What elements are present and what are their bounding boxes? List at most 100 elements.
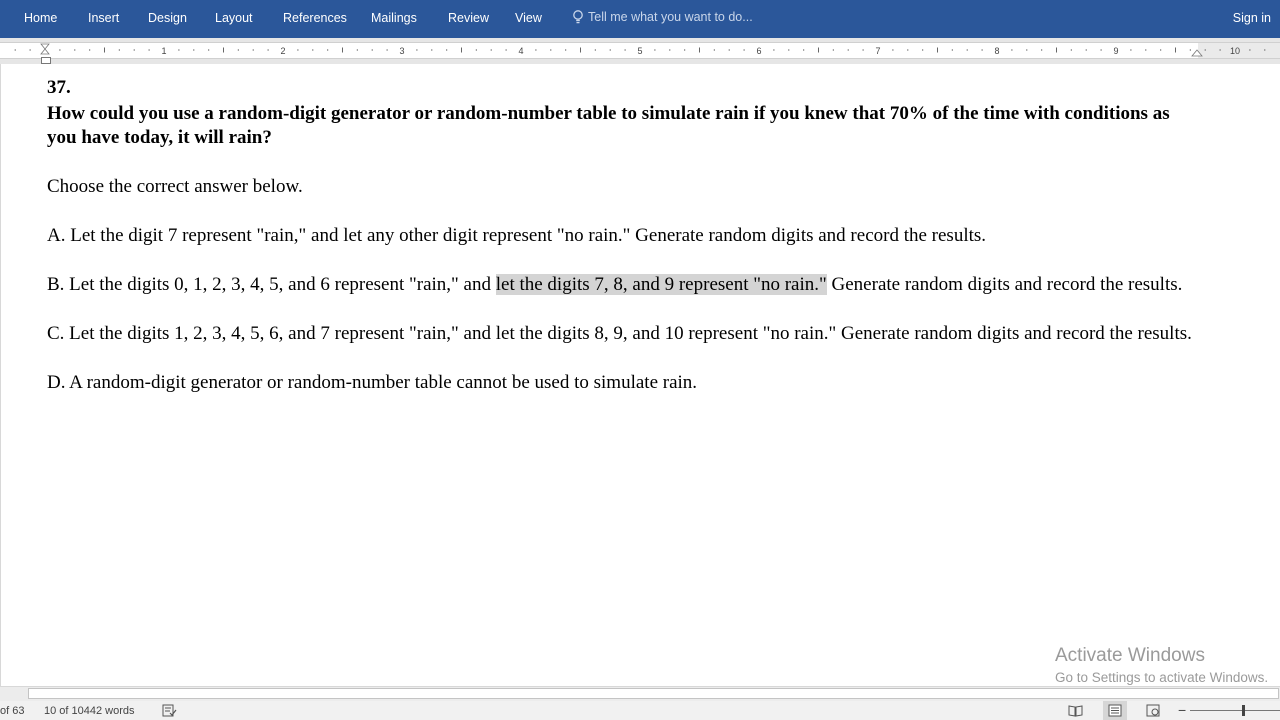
ruler-tick xyxy=(1175,47,1176,53)
ruler-tick xyxy=(1056,47,1057,53)
zoom-slider[interactable] xyxy=(1190,710,1280,711)
ruler-tick xyxy=(654,49,656,51)
ruler-tick xyxy=(461,47,462,53)
ruler-number: 5 xyxy=(637,46,642,56)
ruler-tick xyxy=(773,49,775,51)
ruler-tick xyxy=(1130,49,1132,51)
document-body: 37. How could you use a random-digit gen… xyxy=(47,76,1197,396)
ruler-tick xyxy=(609,49,611,51)
tab-view[interactable]: View xyxy=(515,11,542,25)
document-page[interactable]: 37. How could you use a random-digit gen… xyxy=(0,64,1280,686)
ruler-tick xyxy=(178,49,180,51)
option-a: A. Let the digit 7 represent "rain," and… xyxy=(47,225,987,246)
ruler-tick xyxy=(148,49,150,51)
option-c: C. Let the digits 1, 2, 3, 4, 5, 6, and … xyxy=(47,323,1192,344)
ruler-number: 1 xyxy=(161,46,166,56)
ruler-number: 8 xyxy=(994,46,999,56)
ruler-tick xyxy=(907,49,909,51)
ruler-tick xyxy=(1264,49,1266,51)
zoom-out-button[interactable]: − xyxy=(1178,702,1186,718)
ruler-tick xyxy=(14,49,16,51)
ruler-tick xyxy=(386,49,388,51)
ruler-tick xyxy=(29,49,31,51)
web-layout-icon[interactable] xyxy=(1146,704,1161,717)
ruler-tick xyxy=(104,47,105,53)
horizontal-scrollbar-thumb[interactable] xyxy=(28,688,1279,699)
ruler-tick xyxy=(951,49,953,51)
ruler-tick xyxy=(416,49,418,51)
lightbulb-icon xyxy=(573,10,583,24)
ruler-tick xyxy=(371,49,373,51)
ruler-tick xyxy=(535,49,537,51)
ruler-tick xyxy=(1100,49,1102,51)
proofing-icon[interactable] xyxy=(162,704,177,717)
left-indent-box[interactable] xyxy=(41,57,51,64)
ruler-tick xyxy=(327,49,329,51)
ruler-tick xyxy=(252,49,254,51)
ruler-tick xyxy=(1085,49,1087,51)
ruler-tick xyxy=(1011,49,1013,51)
word-count[interactable]: 10 of 10442 words xyxy=(44,705,135,717)
ruler-tick xyxy=(699,47,700,53)
horizontal-ruler[interactable]: 1 2 3 4 5 6 7 8 9 10 xyxy=(0,38,1280,64)
ruler-number: 2 xyxy=(280,46,285,56)
activate-windows-subtitle: Go to Settings to activate Windows. xyxy=(1055,670,1269,685)
ruler-tick xyxy=(818,47,819,53)
ruler-tick xyxy=(356,49,358,51)
ruler-ticks: 1 2 3 4 5 6 7 8 9 10 xyxy=(14,43,1280,58)
horizontal-scrollbar[interactable] xyxy=(0,686,1280,701)
ruler-tick xyxy=(74,49,76,51)
page-count[interactable]: of 63 xyxy=(0,705,24,717)
ruler-tick xyxy=(1041,49,1043,51)
ribbon-tab-bar: Home Insert Design Layout References Mai… xyxy=(0,0,1280,38)
left-indent-marker[interactable] xyxy=(40,43,50,55)
option-b-end: Generate random digits and record the re… xyxy=(826,274,1183,295)
ruler-tick xyxy=(89,49,91,51)
ruler-tick xyxy=(565,49,567,51)
ruler-tick xyxy=(743,49,745,51)
ruler-tick xyxy=(1160,49,1162,51)
ruler-tick xyxy=(1249,49,1251,51)
ruler-tick xyxy=(684,49,686,51)
tab-design[interactable]: Design xyxy=(148,11,187,25)
tell-me-search[interactable]: Tell me what you want to do... xyxy=(572,10,753,24)
ruler-number: 6 xyxy=(756,46,761,56)
instruction-text: Choose the correct answer below. xyxy=(47,176,303,197)
ruler-number: 4 xyxy=(518,46,523,56)
ruler-tick xyxy=(59,49,61,51)
ruler-number: 3 xyxy=(399,46,404,56)
ruler-tick xyxy=(505,49,507,51)
ruler-tick xyxy=(490,49,492,51)
question-number: 37. xyxy=(47,77,71,98)
ruler-tick xyxy=(133,49,135,51)
tab-layout[interactable]: Layout xyxy=(215,11,253,25)
ruler-tick xyxy=(193,49,195,51)
ruler-tick xyxy=(1026,49,1028,51)
activate-windows-watermark: Activate Windows Go to Settings to activ… xyxy=(1055,644,1268,688)
tab-home[interactable]: Home xyxy=(24,11,57,25)
ruler-tick xyxy=(669,49,671,51)
status-bar: of 63 10 of 10442 words − xyxy=(0,701,1280,720)
read-mode-icon[interactable] xyxy=(1068,704,1083,717)
ruler-tick xyxy=(550,49,552,51)
ruler-tick xyxy=(1189,49,1191,51)
ruler-tick xyxy=(1070,49,1072,51)
zoom-slider-thumb[interactable] xyxy=(1242,705,1245,716)
ruler-tick xyxy=(580,47,581,53)
tab-insert[interactable]: Insert xyxy=(88,11,119,25)
print-layout-button[interactable] xyxy=(1103,701,1127,720)
ruler-tick xyxy=(118,49,120,51)
ruler-tick xyxy=(1145,49,1147,51)
ruler-tick xyxy=(237,49,239,51)
question-text: How could you use a random-digit generat… xyxy=(47,102,1170,149)
sign-in-link[interactable]: Sign in xyxy=(1233,11,1271,25)
tab-references[interactable]: References xyxy=(283,11,347,25)
ruler-tick xyxy=(312,49,314,51)
ruler-tick xyxy=(847,49,849,51)
selected-text-highlight: let the digits 7, 8, and 9 represent "no… xyxy=(495,274,827,295)
tab-review[interactable]: Review xyxy=(448,11,489,25)
ruler-tick xyxy=(1219,49,1221,51)
ruler-tick xyxy=(475,49,477,51)
tab-mailings[interactable]: Mailings xyxy=(371,11,417,25)
ruler-tick xyxy=(832,49,834,51)
